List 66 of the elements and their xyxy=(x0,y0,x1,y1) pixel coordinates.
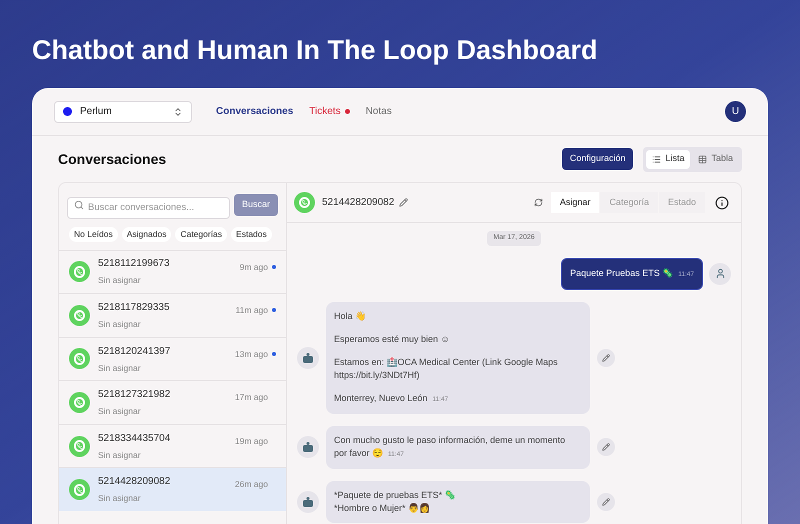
conversation-status: Sin asignar xyxy=(98,362,142,374)
whatsapp-icon xyxy=(294,192,315,213)
nav-tab[interactable]: Tickets xyxy=(309,104,350,119)
edit-message-button[interactable] xyxy=(597,348,615,366)
conversation-time: 11m ago xyxy=(236,304,268,317)
filter-chip[interactable]: No Leídos xyxy=(69,226,118,242)
whatsapp-icon xyxy=(69,261,90,282)
workspace-select[interactable]: Perlum xyxy=(54,100,192,122)
page-title: Conversaciones xyxy=(58,150,168,168)
view-tab[interactable]: Tabla xyxy=(692,150,739,168)
conversation-phone: 5218120241397 xyxy=(98,344,172,359)
conversation-item[interactable]: 5214428209082 Sin asignar 26m ago xyxy=(59,467,286,512)
message-text: Hola 👋 xyxy=(334,310,368,322)
bot-avatar-icon xyxy=(297,346,319,368)
edit-message-button[interactable] xyxy=(597,438,615,456)
bot-avatar-icon xyxy=(297,436,319,458)
config-button[interactable]: Configuración xyxy=(562,148,634,170)
agent-avatar-icon xyxy=(709,262,731,284)
pencil-icon xyxy=(602,443,610,451)
conversation-status: Sin asignar xyxy=(98,405,142,418)
bot-avatar-icon xyxy=(297,490,319,512)
conversation-status: Sin asignar xyxy=(98,492,142,506)
whatsapp-icon xyxy=(69,436,90,457)
whatsapp-icon xyxy=(69,348,90,370)
edit-icon[interactable] xyxy=(399,198,408,207)
conversation-phone: 5218127321982 xyxy=(98,388,172,402)
user-avatar[interactable]: U xyxy=(725,101,746,122)
message-text: *Paquete de pruebas ETS* 🦠 *Hombre o Mujer* 👨👩 xyxy=(334,488,457,514)
search-icon xyxy=(74,200,84,210)
whatsapp-icon xyxy=(69,392,90,414)
message-text: Esperamos esté muy bien ☺ xyxy=(334,332,451,346)
list-icon xyxy=(652,154,662,164)
conversation-time: 17m ago xyxy=(234,391,268,404)
message-text: Estamos en: 🏥OCA Medical Center (Link Google Maps https://bit.ly/3NDt7Hf) xyxy=(334,356,559,382)
conversation-status: Sin asignar xyxy=(98,274,142,288)
whatsapp-icon xyxy=(69,479,90,500)
table-icon xyxy=(698,154,708,164)
pencil-icon xyxy=(602,498,610,506)
chevron-icon xyxy=(173,106,183,116)
info-icon[interactable] xyxy=(715,196,729,210)
chat-phone: 5214428209082 xyxy=(322,196,394,210)
nav-tab[interactable]: Conversaciones xyxy=(216,104,294,119)
chat-action-tab[interactable]: Asignar xyxy=(550,192,600,213)
view-tab[interactable]: Lista xyxy=(646,150,690,168)
filter-chip[interactable]: Asignados xyxy=(122,226,172,242)
search-field[interactable]: Buscar conversaciones... xyxy=(67,196,230,218)
conversation-time: 13m ago xyxy=(234,348,268,360)
pencil-icon xyxy=(602,354,610,362)
refresh-icon[interactable] xyxy=(534,198,543,207)
conversation-time: 9m ago xyxy=(240,260,268,274)
conversation-item[interactable]: 5218334435704 Sin asignar 19m ago xyxy=(59,424,286,468)
filter-chip[interactable]: Estados xyxy=(231,226,272,242)
edit-message-button[interactable] xyxy=(597,492,615,510)
nav-tab[interactable]: Notas xyxy=(366,104,392,119)
conversation-status: Sin asignar xyxy=(98,448,142,462)
conversation-time: 19m ago xyxy=(234,434,268,448)
conversation-status: Sin asignar xyxy=(98,318,142,331)
filter-chip[interactable]: Categorías xyxy=(175,226,228,242)
headline: Chatbot and Human In The Loop Dashboard xyxy=(32,34,598,67)
conversation-phone: 5218112199673 xyxy=(98,257,171,272)
whatsapp-icon xyxy=(69,304,90,326)
conversation-phone: 5218334435704 xyxy=(98,432,172,446)
conversation-phone: 5214428209082 xyxy=(98,475,172,490)
conversation-phone: 5218117829335 xyxy=(98,301,171,316)
conversation-item[interactable]: 5218120241397 Sin asignar 13m ago xyxy=(59,336,286,380)
conversation-time: 26m ago xyxy=(234,478,268,492)
